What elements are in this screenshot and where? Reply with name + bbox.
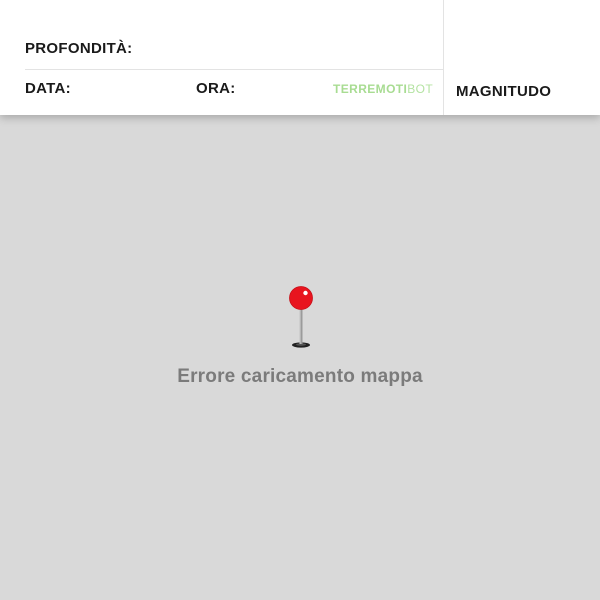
brand-name-part-a: TERREMOTI <box>333 82 408 96</box>
brand-name-part-b: BOT <box>407 82 434 96</box>
brand-logo: TERREMOTIBOT <box>333 82 433 96</box>
page: PROFONDITÀ: DATA: ORA: TERREMOTIBOT MAGN… <box>0 0 600 600</box>
row-divider <box>25 69 443 70</box>
map-pin-icon <box>289 286 313 348</box>
magnitude-label: MAGNITUDO <box>456 83 552 100</box>
depth-label: PROFONDITÀ: <box>25 40 133 57</box>
map-error-message: Errore caricamento mappa <box>177 366 423 387</box>
map-area[interactable] <box>0 115 600 600</box>
magnitude-panel: MAGNITUDO <box>444 0 600 115</box>
info-panel: PROFONDITÀ: DATA: ORA: TERREMOTIBOT <box>0 0 443 115</box>
earthquake-info-header: PROFONDITÀ: DATA: ORA: TERREMOTIBOT MAGN… <box>0 0 600 115</box>
time-label: ORA: <box>196 80 236 97</box>
date-label: DATA: <box>25 80 71 97</box>
